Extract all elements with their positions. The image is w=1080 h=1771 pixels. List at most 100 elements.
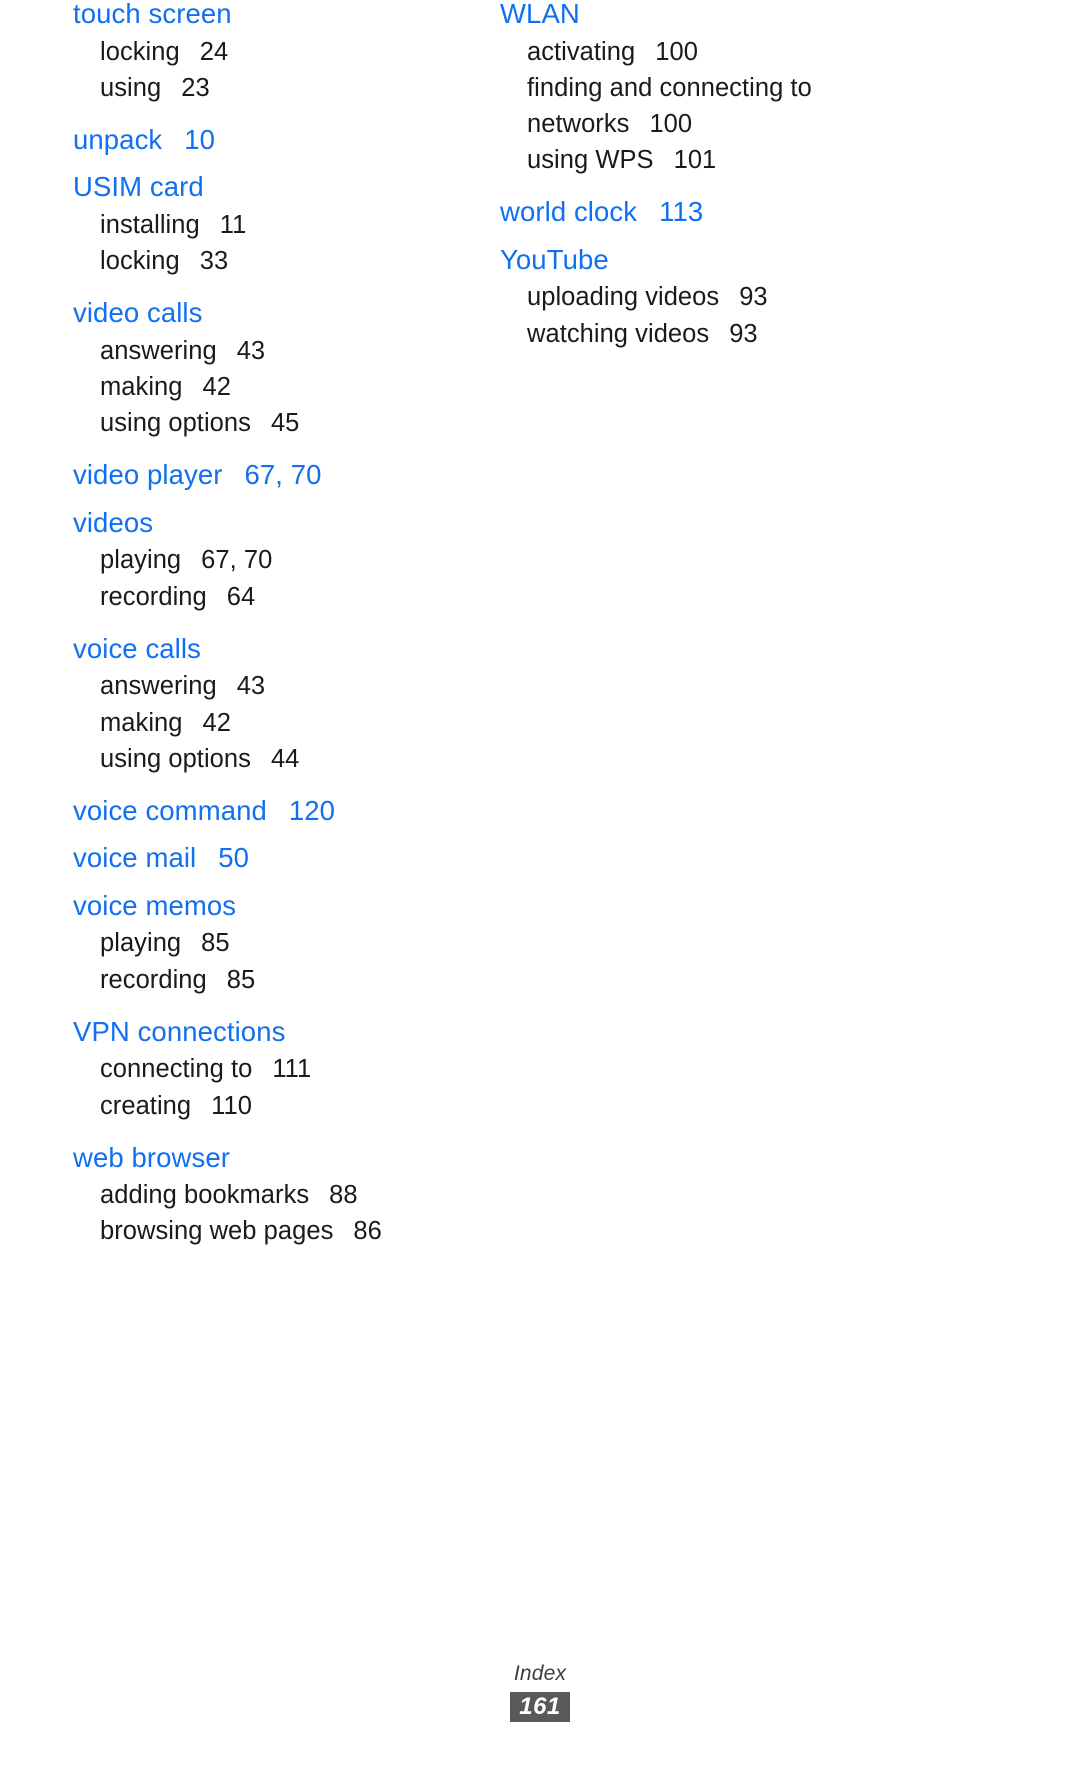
index-subentry-list: playing 67, 70 recording 64 — [73, 542, 473, 614]
index-heading-page-number[interactable]: 10 — [184, 124, 215, 155]
index-heading[interactable]: world clock 113 — [500, 198, 920, 226]
index-heading[interactable]: touch screen — [73, 0, 473, 28]
index-subentry-page-number[interactable]: 85 — [227, 966, 255, 994]
index-subentry-label: recording — [100, 582, 207, 611]
index-subentry-page-number[interactable]: 43 — [237, 337, 265, 365]
index-subentry-page-number[interactable]: 11 — [220, 211, 247, 239]
index-subentry-label: creating — [100, 1091, 192, 1120]
index-subentry[interactable]: playing 67, 70 — [100, 542, 473, 578]
index-subentry-page-number[interactable]: 100 — [655, 38, 698, 66]
index-subentry-label: answering — [100, 336, 217, 365]
index-heading[interactable]: voice memos — [73, 892, 473, 920]
index-subentry[interactable]: using WPS 101 — [527, 142, 920, 178]
index-subentry-page-number[interactable]: 101 — [674, 146, 717, 174]
index-subentry-page-number[interactable]: 86 — [353, 1217, 381, 1245]
index-subentry[interactable]: locking 33 — [100, 243, 473, 279]
index-subentry[interactable]: making 42 — [100, 705, 473, 741]
index-group: voice calls answering 43 making 42 using opti… — [73, 635, 473, 777]
index-group: YouTube uploading videos 93 watching videos… — [500, 246, 920, 352]
index-subentry[interactable]: using 23 — [100, 70, 473, 106]
index-subentry[interactable]: using options 45 — [100, 405, 473, 441]
index-subentry-list: playing 85 recording 85 — [73, 925, 473, 997]
index-subentry-list: adding bookmarks 88 browsing web pages 86 — [73, 1177, 473, 1249]
index-heading[interactable]: VPN connections — [73, 1018, 473, 1046]
index-subentry[interactable]: adding bookmarks 88 — [100, 1177, 473, 1213]
index-subentry-page-number[interactable]: 43 — [237, 672, 265, 700]
index-subentry-page-number[interactable]: 85 — [201, 929, 229, 957]
index-subentry[interactable]: playing 85 — [100, 925, 473, 961]
index-subentry-page-number[interactable]: 45 — [271, 409, 299, 437]
index-subentry-page-number[interactable]: 42 — [203, 373, 231, 401]
index-group: video calls answering 43 making 42 using opti… — [73, 299, 473, 441]
index-heading[interactable]: video player 67, 70 — [73, 461, 473, 489]
index-subentry[interactable]: finding and connecting to networks 100 — [527, 70, 920, 142]
index-subentry-list: activating 100 finding and connecting to n… — [500, 34, 920, 179]
index-subentry-label: installing — [100, 210, 200, 239]
index-subentry-label: locking — [100, 37, 180, 66]
index-heading-page-number[interactable]: 120 — [289, 795, 335, 826]
index-subentry-page-number[interactable]: 110 — [211, 1092, 252, 1120]
index-subentry-label: connecting to — [100, 1055, 253, 1084]
index-heading[interactable]: web browser — [73, 1144, 473, 1172]
index-group: world clock 113 — [500, 198, 920, 226]
index-page: touch screen locking 24 using 23 unpack 10 USIM… — [0, 0, 1080, 1771]
index-heading[interactable]: videos — [73, 509, 473, 537]
index-subentry[interactable]: browsing web pages 86 — [100, 1213, 473, 1249]
index-subentry-page-number[interactable]: 44 — [271, 745, 299, 773]
index-subentry-page-number[interactable]: 23 — [181, 74, 209, 102]
index-group: video player 67, 70 — [73, 461, 473, 489]
index-group: WLAN activating 100 finding and connecting … — [500, 0, 920, 178]
index-subentry-label: adding bookmarks — [100, 1181, 310, 1210]
index-heading-page-number[interactable]: 113 — [659, 196, 703, 227]
index-group: VPN connections connecting to 111 creating 1… — [73, 1018, 473, 1124]
index-subentry[interactable]: watching videos 93 — [527, 316, 920, 352]
index-subentry-list: uploading videos 93 watching videos 93 — [500, 279, 920, 351]
index-subentry-list: connecting to 111 creating 110 — [73, 1051, 473, 1123]
index-subentry-page-number[interactable]: 111 — [272, 1055, 311, 1083]
index-subentry[interactable]: answering 43 — [100, 668, 473, 704]
index-subentry[interactable]: creating 110 — [100, 1088, 473, 1124]
index-subentry[interactable]: answering 43 — [100, 333, 473, 369]
index-heading[interactable]: USIM card — [73, 173, 473, 201]
index-subentry-page-number[interactable]: 42 — [203, 709, 231, 737]
index-subentry-page-number[interactable]: 88 — [329, 1181, 357, 1209]
index-subentry[interactable]: recording 85 — [100, 962, 473, 998]
index-subentry-label: making — [100, 708, 183, 737]
index-heading[interactable]: video calls — [73, 299, 473, 327]
index-subentry-list: installing 11 locking 33 — [73, 207, 473, 279]
index-heading-page-number[interactable]: 67, 70 — [244, 459, 321, 490]
index-subentry-label: activating — [527, 37, 636, 66]
index-subentry[interactable]: installing 11 — [100, 207, 473, 243]
index-subentry[interactable]: recording 64 — [100, 579, 473, 615]
index-heading[interactable]: voice mail 50 — [73, 844, 473, 872]
index-subentry-page-number[interactable]: 93 — [739, 283, 767, 311]
index-subentry-label: recording — [100, 965, 207, 994]
index-subentry-label: playing — [100, 929, 182, 958]
index-subentry-label: browsing web pages — [100, 1217, 334, 1246]
index-subentry-page-number[interactable]: 24 — [200, 38, 228, 66]
index-heading[interactable]: voice command 120 — [73, 797, 473, 825]
index-subentry-page-number[interactable]: 67, 70 — [201, 546, 272, 574]
index-group: videos playing 67, 70 recording 64 — [73, 509, 473, 615]
index-subentry[interactable]: activating 100 — [527, 34, 920, 70]
index-subentry-label: answering — [100, 672, 217, 701]
index-subentry[interactable]: uploading videos 93 — [527, 279, 920, 315]
index-subentry-label: watching videos — [527, 319, 710, 348]
index-subentry[interactable]: connecting to 111 — [100, 1051, 473, 1087]
index-group: unpack 10 — [73, 126, 473, 154]
index-subentry-page-number[interactable]: 100 — [649, 110, 692, 138]
index-heading[interactable]: WLAN — [500, 0, 920, 28]
index-subentry[interactable]: locking 24 — [100, 34, 473, 70]
page-footer: Index 161 — [0, 1662, 1080, 1722]
index-column-left: touch screen locking 24 using 23 unpack 10 USIM… — [73, 0, 473, 1250]
index-subentry-page-number[interactable]: 33 — [200, 247, 228, 275]
index-heading[interactable]: unpack 10 — [73, 126, 473, 154]
index-heading-page-number[interactable]: 50 — [218, 842, 249, 873]
index-subentry[interactable]: using options 44 — [100, 741, 473, 777]
index-subentry-page-number[interactable]: 93 — [729, 320, 757, 348]
index-subentry-label: making — [100, 373, 183, 402]
index-subentry-page-number[interactable]: 64 — [227, 583, 255, 611]
index-heading[interactable]: voice calls — [73, 635, 473, 663]
index-heading[interactable]: YouTube — [500, 246, 920, 274]
index-subentry[interactable]: making 42 — [100, 369, 473, 405]
